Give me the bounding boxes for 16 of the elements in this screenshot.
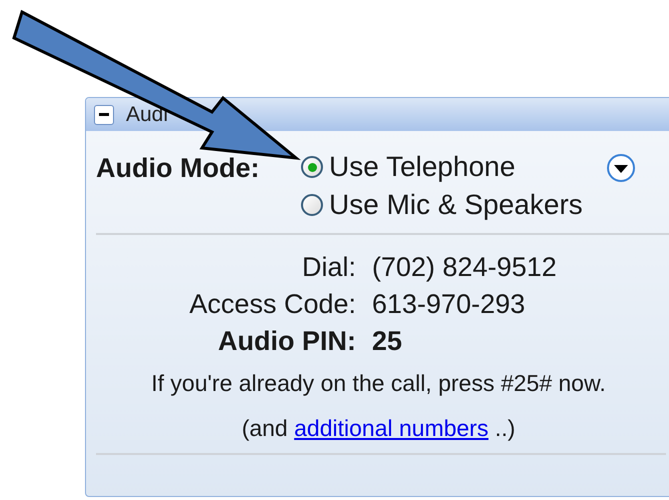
detail-value: 613-970-293 xyxy=(372,288,526,321)
call-note: If you're already on the call, press #25# now. xyxy=(151,369,606,398)
radio-button[interactable] xyxy=(301,194,323,216)
radio-option[interactable]: Use Telephone xyxy=(301,149,583,185)
radio-option[interactable]: Use Mic & Speakers xyxy=(301,187,583,223)
detail-label: Access Code: xyxy=(188,288,356,321)
detail-label: Audio PIN: xyxy=(217,325,356,358)
additional-numbers-link[interactable]: additional numbers xyxy=(294,414,488,440)
additional-numbers-note: (and additional numbers ..) xyxy=(242,414,516,443)
radio-button[interactable] xyxy=(301,156,323,178)
detail-label: Dial: xyxy=(300,251,356,284)
dropdown-icon[interactable] xyxy=(606,153,636,183)
audio-mode-label: Audio Mode: xyxy=(96,152,260,185)
detail-value: (702) 824-9512 xyxy=(372,251,558,284)
detail-value: 25 xyxy=(372,325,404,358)
collapse-button[interactable] xyxy=(94,104,114,124)
